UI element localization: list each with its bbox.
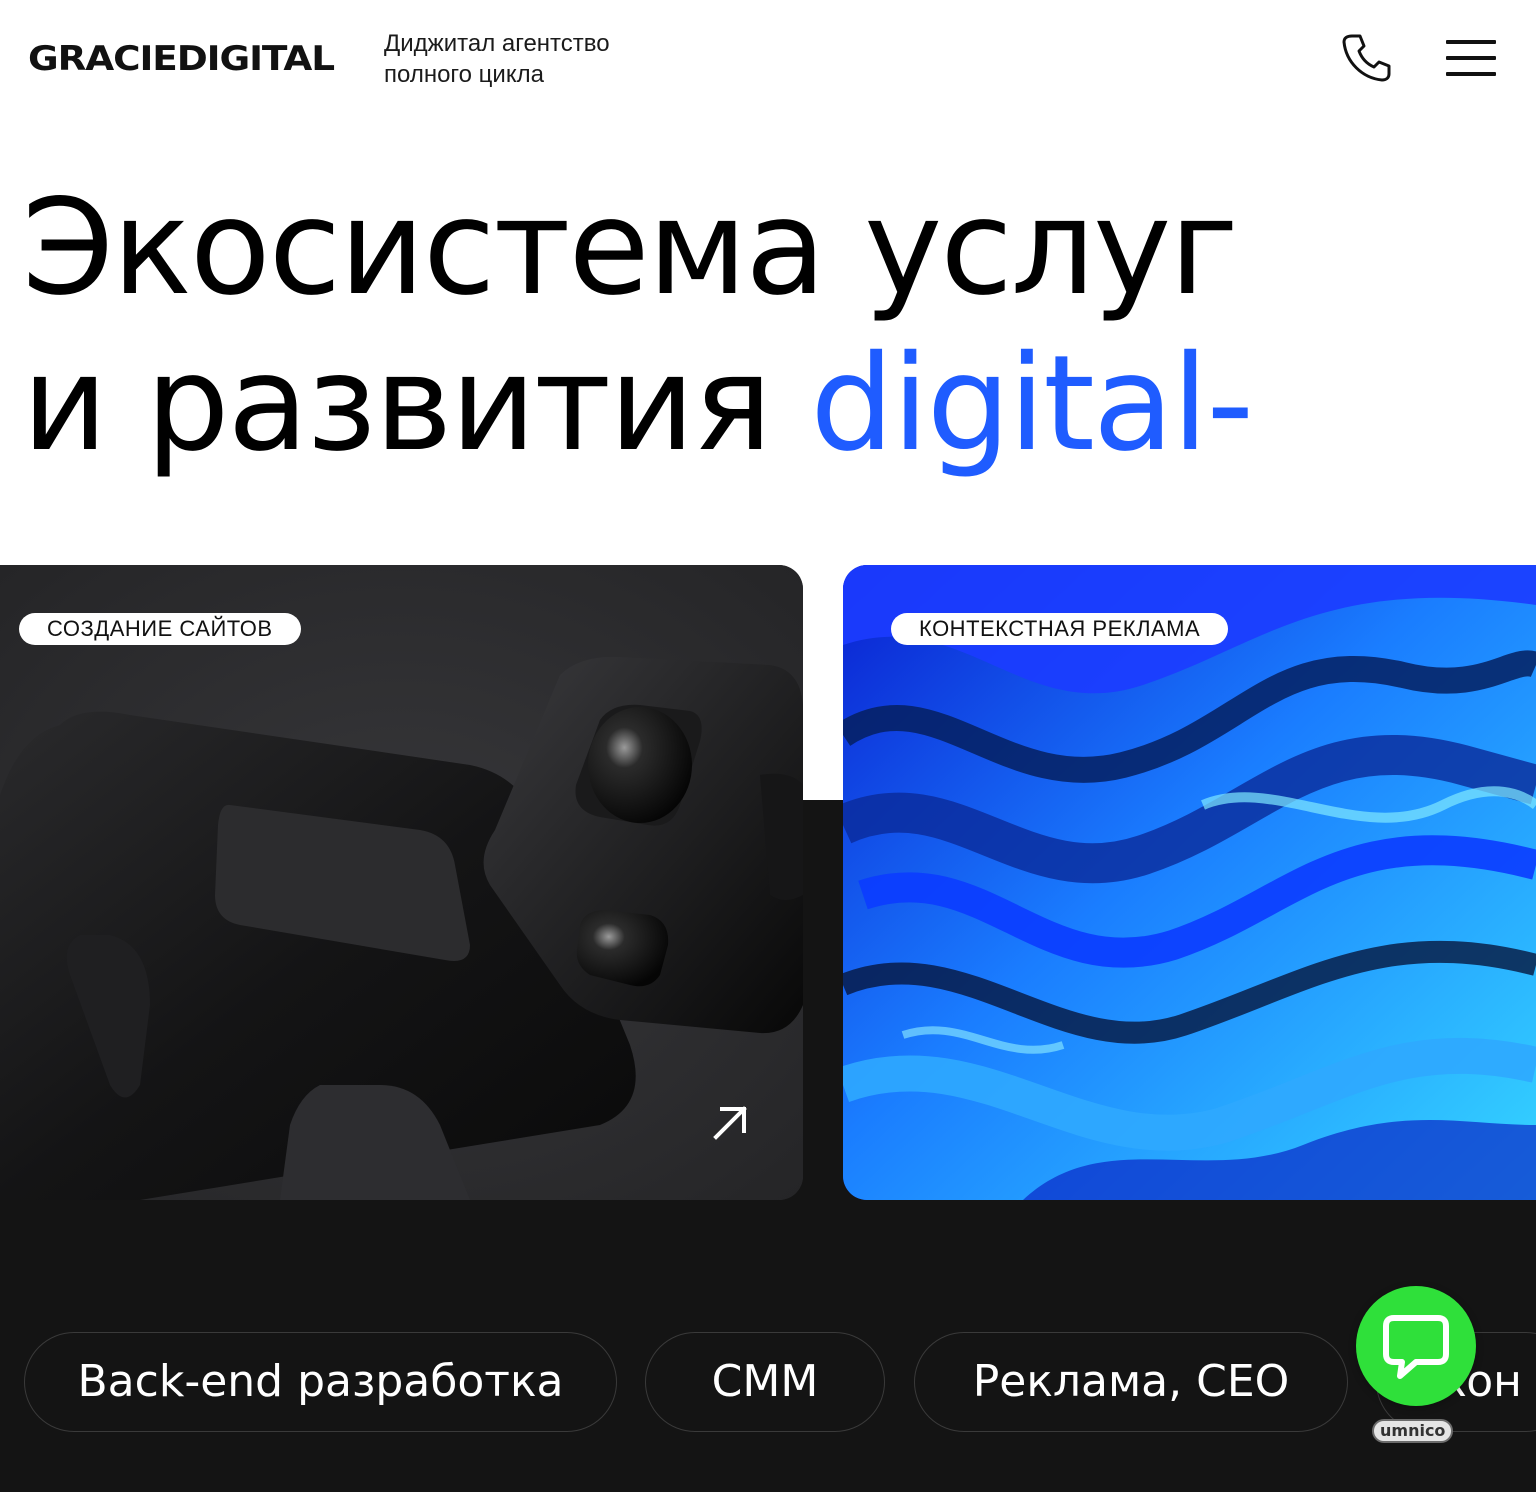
service-pill-backend[interactable]: Back-end разработка xyxy=(24,1332,617,1432)
hero-title: Экосистема услуг и развития digital- xyxy=(22,170,1522,482)
logo[interactable]: GRACIEDIGITAL xyxy=(28,40,338,76)
hamburger-line xyxy=(1446,56,1496,60)
hamburger-menu-icon xyxy=(1446,40,1496,44)
card-tag-contextual-ads: КОНТЕКСТНАЯ РЕКЛАМА xyxy=(891,613,1229,645)
arrow-up-right-icon[interactable] xyxy=(706,1099,754,1147)
hamburger-line xyxy=(1446,72,1496,76)
3d-shapes-image xyxy=(0,565,803,1200)
phone-button[interactable] xyxy=(1338,30,1394,86)
chat-bubble-icon xyxy=(1383,1315,1449,1379)
umnico-badge: umnico xyxy=(1372,1419,1454,1443)
chat-widget-button[interactable] xyxy=(1356,1286,1476,1406)
blue-fluid-image xyxy=(843,565,1536,1200)
logo-graphic: GRACIEDIGITAL xyxy=(28,40,335,76)
card-website-creation[interactable]: СОЗДАНИЕ САЙТОВ xyxy=(0,565,803,1200)
hero-accent-word: digital- xyxy=(810,327,1254,481)
hero-line-2: и развития digital- xyxy=(22,326,1522,482)
agency-tagline: Диджитал агентство полного цикла xyxy=(384,30,610,88)
hero-line-2-text: и развития xyxy=(22,327,811,481)
service-pill-ads-seo[interactable]: Реклама, СЕО xyxy=(914,1332,1348,1432)
menu-button[interactable] xyxy=(1446,38,1498,78)
card-tag-website-creation: СОЗДАНИЕ САЙТОВ xyxy=(19,613,301,645)
phone-icon xyxy=(1342,34,1391,82)
logo-text: GRACIEDIGITAL xyxy=(28,40,334,76)
site-header: GRACIEDIGITAL Диджитал агентство полного… xyxy=(0,0,1536,120)
service-pill-smm[interactable]: СММ xyxy=(645,1332,885,1432)
hero-line-1: Экосистема услуг xyxy=(22,171,1239,325)
card-contextual-ads[interactable]: КОНТЕКСТНАЯ РЕКЛАМА xyxy=(843,565,1536,1200)
